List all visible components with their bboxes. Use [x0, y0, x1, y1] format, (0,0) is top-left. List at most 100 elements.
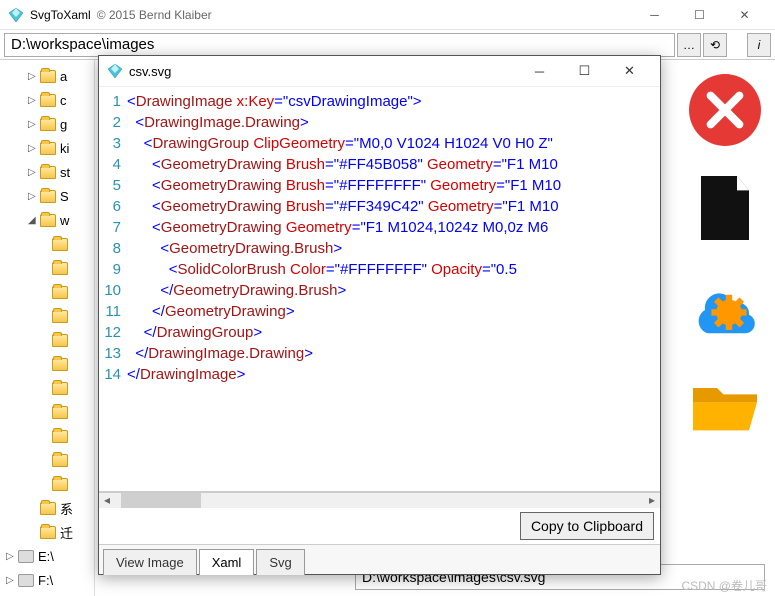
tree-item[interactable]: [0, 328, 94, 352]
code-text[interactable]: <DrawingGroup ClipGeometry="M0,0 V1024 H…: [127, 133, 660, 154]
tree-item[interactable]: [0, 424, 94, 448]
tree-item[interactable]: [0, 472, 94, 496]
horizontal-scrollbar[interactable]: ◂ ▸: [99, 492, 660, 508]
expand-icon[interactable]: ▷: [28, 95, 38, 106]
code-text[interactable]: <GeometryDrawing Brush="#FFFFFFFF" Geome…: [127, 175, 660, 196]
expand-icon[interactable]: ▷: [28, 191, 38, 202]
popup-titlebar[interactable]: csv.svg ─ ☐ ✕: [99, 56, 660, 86]
app-logo-icon: [8, 7, 24, 23]
line-number: 9: [99, 259, 127, 280]
code-text[interactable]: <GeometryDrawing.Brush>: [127, 238, 660, 259]
info-button[interactable]: i: [747, 33, 771, 57]
code-line[interactable]: 14</DrawingImage>: [99, 364, 660, 385]
tree-item[interactable]: [0, 448, 94, 472]
code-line[interactable]: 8 <GeometryDrawing.Brush>: [99, 238, 660, 259]
tree-item[interactable]: ▷a: [0, 64, 94, 88]
folder-tree[interactable]: ▷a▷c▷g▷ki▷st▷S◢w系迁▷E:\▷F:\: [0, 60, 95, 596]
tree-item[interactable]: ◢w: [0, 208, 94, 232]
tree-item[interactable]: 迁: [0, 520, 94, 544]
watermark: CSDN @卷儿哥: [681, 577, 767, 594]
code-text[interactable]: <SolidColorBrush Color="#FFFFFFFF" Opaci…: [127, 259, 660, 280]
drive-icon: [18, 574, 34, 587]
code-text[interactable]: <DrawingImage.Drawing>: [127, 112, 660, 133]
scroll-left-icon[interactable]: ◂: [99, 493, 115, 508]
tree-item[interactable]: [0, 256, 94, 280]
tree-label: ki: [60, 141, 69, 156]
expand-icon[interactable]: ▷: [28, 143, 38, 154]
code-line[interactable]: 10 </GeometryDrawing.Brush>: [99, 280, 660, 301]
folder-icon: [52, 478, 68, 491]
tree-item[interactable]: [0, 280, 94, 304]
expand-icon[interactable]: ▷: [28, 71, 38, 82]
tree-label: 迁: [60, 523, 73, 542]
code-text[interactable]: </GeometryDrawing.Brush>: [127, 280, 660, 301]
folder-icon: [52, 358, 68, 371]
tree-item[interactable]: [0, 232, 94, 256]
tree-item[interactable]: 系: [0, 496, 94, 520]
close-button[interactable]: ✕: [722, 0, 767, 30]
expand-icon[interactable]: ▷: [28, 119, 38, 130]
tab-view-image[interactable]: View Image: [103, 549, 197, 575]
code-line[interactable]: 2 <DrawingImage.Drawing>: [99, 112, 660, 133]
code-text[interactable]: </DrawingImage>: [127, 364, 660, 385]
tab-xaml[interactable]: Xaml: [199, 549, 255, 575]
tree-item[interactable]: ▷ ki: [0, 136, 94, 160]
code-line[interactable]: 9 <SolidColorBrush Color="#FFFFFFFF" Opa…: [99, 259, 660, 280]
tree-item[interactable]: ▷st: [0, 160, 94, 184]
minimize-button[interactable]: ─: [632, 0, 677, 30]
code-text[interactable]: <DrawingImage x:Key="csvDrawingImage">: [127, 91, 660, 112]
maximize-button[interactable]: ☐: [677, 0, 722, 30]
expand-icon[interactable]: ▷: [28, 167, 38, 178]
code-line[interactable]: 1<DrawingImage x:Key="csvDrawingImage">: [99, 91, 660, 112]
tree-item[interactable]: [0, 376, 94, 400]
code-line[interactable]: 5 <GeometryDrawing Brush="#FFFFFFFF" Geo…: [99, 175, 660, 196]
expand-icon[interactable]: ▷: [6, 551, 16, 562]
path-input[interactable]: [4, 33, 675, 57]
copy-clipboard-button[interactable]: Copy to Clipboard: [520, 512, 654, 540]
tree-label: S: [60, 189, 69, 204]
folder-icon: [52, 238, 68, 251]
tree-label: c: [60, 93, 67, 108]
popup-maximize-button[interactable]: ☐: [562, 56, 607, 86]
code-line[interactable]: 11 </GeometryDrawing>: [99, 301, 660, 322]
code-text[interactable]: <GeometryDrawing Brush="#FF349C42" Geome…: [127, 196, 660, 217]
tree-label: E:\: [38, 549, 54, 564]
code-line[interactable]: 7 <GeometryDrawing Geometry="F1 M1024,10…: [99, 217, 660, 238]
line-number: 11: [99, 301, 127, 322]
code-text[interactable]: </DrawingImage.Drawing>: [127, 343, 660, 364]
code-text[interactable]: </DrawingGroup>: [127, 322, 660, 343]
popup-tabs: View ImageXamlSvg: [99, 544, 660, 574]
popup-button-row: Copy to Clipboard: [99, 508, 660, 544]
browse-button[interactable]: …: [677, 33, 701, 57]
code-text[interactable]: <GeometryDrawing Geometry="F1 M1024,1024…: [127, 217, 660, 238]
refresh-button[interactable]: ⟲: [703, 33, 727, 57]
tree-item[interactable]: ▷c: [0, 88, 94, 112]
expand-icon[interactable]: ◢: [28, 215, 38, 226]
code-line[interactable]: 13 </DrawingImage.Drawing>: [99, 343, 660, 364]
code-line[interactable]: 6 <GeometryDrawing Brush="#FF349C42" Geo…: [99, 196, 660, 217]
popup-close-button[interactable]: ✕: [607, 56, 652, 86]
code-text[interactable]: <GeometryDrawing Brush="#FF45B058" Geome…: [127, 154, 660, 175]
code-line[interactable]: 12 </DrawingGroup>: [99, 322, 660, 343]
popup-minimize-button[interactable]: ─: [517, 56, 562, 86]
scroll-thumb[interactable]: [121, 493, 201, 508]
expand-icon[interactable]: ▷: [6, 575, 16, 586]
code-viewer[interactable]: 1<DrawingImage x:Key="csvDrawingImage">2…: [99, 86, 660, 492]
tree-item[interactable]: ▷S: [0, 184, 94, 208]
tree-item[interactable]: ▷g: [0, 112, 94, 136]
code-text[interactable]: </GeometryDrawing>: [127, 301, 660, 322]
code-line[interactable]: 3 <DrawingGroup ClipGeometry="M0,0 V1024…: [99, 133, 660, 154]
error-icon: [685, 70, 765, 150]
folder-icon: [52, 430, 68, 443]
tree-item[interactable]: [0, 304, 94, 328]
tree-item[interactable]: [0, 352, 94, 376]
folder-icon: [52, 406, 68, 419]
line-number: 4: [99, 154, 127, 175]
tree-item[interactable]: ▷ E:\: [0, 544, 94, 568]
tree-item[interactable]: ▷F:\: [0, 568, 94, 592]
code-line[interactable]: 4 <GeometryDrawing Brush="#FF45B058" Geo…: [99, 154, 660, 175]
tab-svg[interactable]: Svg: [256, 549, 304, 575]
scroll-right-icon[interactable]: ▸: [644, 493, 660, 508]
tree-item[interactable]: [0, 400, 94, 424]
folder-icon: [52, 334, 68, 347]
